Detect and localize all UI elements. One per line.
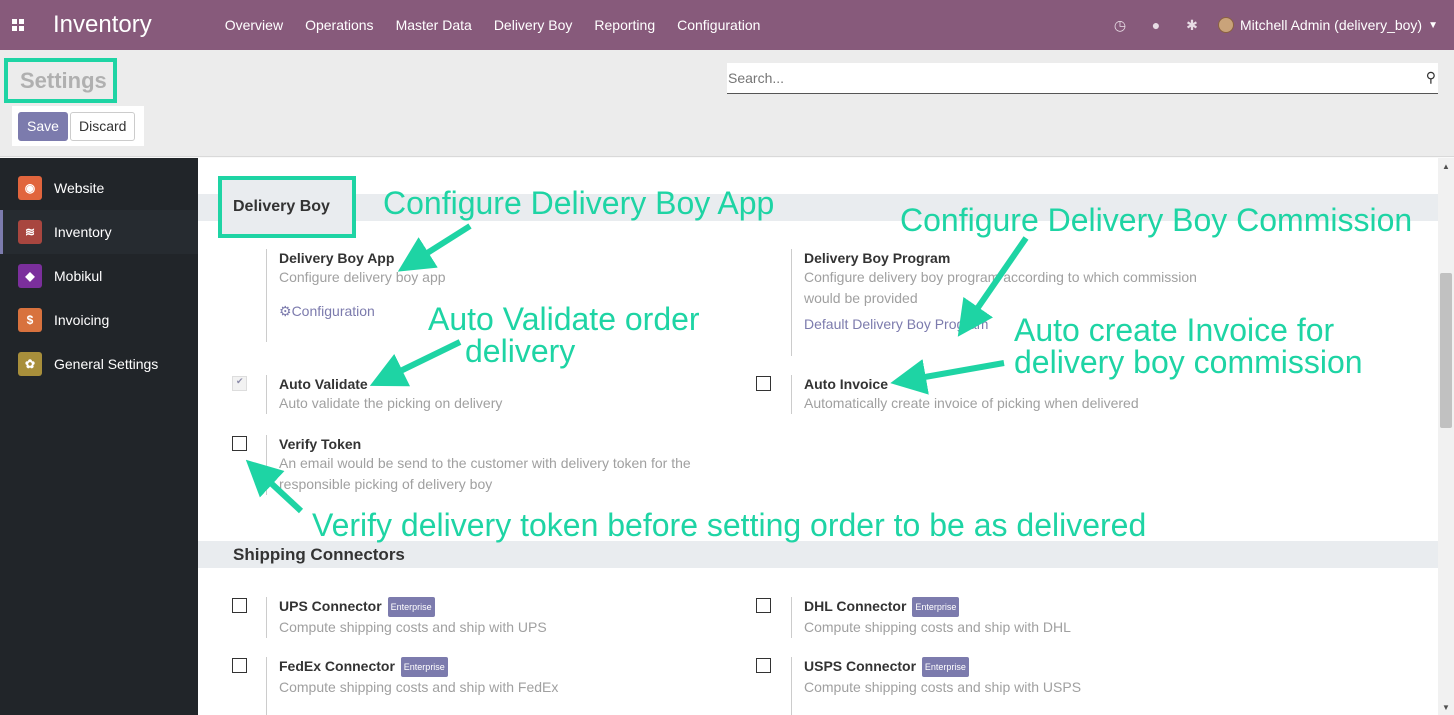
annotation-validate-2: delivery [465,333,576,369]
section-title-delivery-boy: Delivery Boy [218,176,356,238]
annotation-invoice-1: Auto create Invoice for [1014,312,1335,348]
setting-title: Verify Token [279,436,362,452]
sidebar-item-general-settings[interactable]: ✿ General Settings [0,342,198,386]
top-navbar: Inventory Overview Operations Master Dat… [0,0,1454,50]
setting-auto-validate: Auto Validate Auto validate the picking … [266,375,686,414]
setting-fedex-connector: FedEx Connector Enterprise Compute shipp… [266,657,686,715]
enterprise-badge: Enterprise [400,657,448,678]
menu-operations[interactable]: Operations [294,0,384,50]
setting-description: An email would be send to the customer w… [279,455,691,492]
setting-auto-invoice: Auto Invoice Automatically create invoic… [791,375,1221,414]
setting-description: Compute shipping costs and ship with USP… [804,679,1082,696]
scroll-up-icon[interactable]: ▲ [1442,162,1450,171]
sidebar-item-website[interactable]: ◉ Website [0,166,198,210]
main-menu: Overview Operations Master Data Delivery… [214,0,772,50]
invoicing-app-icon: $ [18,308,42,332]
control-panel: Settings Save Discard ⚲ [0,50,1454,157]
clock-icon[interactable]: ◷ [1102,17,1138,34]
scroll-down-icon[interactable]: ▼ [1442,703,1450,712]
bug-icon[interactable]: ✱ [1174,17,1210,34]
verify-token-checkbox[interactable] [232,436,247,451]
sidebar-item-label: Website [54,180,105,196]
setting-description: Auto validate the picking on delivery [279,395,503,411]
dhl-connector-checkbox[interactable] [756,598,771,613]
connector-name: UPS Connector [279,598,382,614]
menu-reporting[interactable]: Reporting [583,0,666,50]
configuration-link-label: Configuration [291,303,375,319]
sidebar-item-invoicing[interactable]: $ Invoicing [0,298,198,342]
setting-usps-connector: USPS Connector Enterprise Compute shippi… [791,657,1221,715]
menu-delivery-boy[interactable]: Delivery Boy [483,0,584,50]
mobikul-app-icon: ◆ [18,264,42,288]
setting-title: USPS Connector Enterprise [804,657,1221,678]
content-scrollbar[interactable]: ▲ ▼ [1438,158,1454,715]
setting-dhl-connector: DHL Connector Enterprise Compute shippin… [791,597,1221,639]
setting-title: FedEx Connector Enterprise [279,657,686,678]
annotation-validate-1: Auto Validate order [428,301,700,337]
setting-title: UPS Connector Enterprise [279,597,686,618]
user-name: Mitchell Admin (delivery_boy) [1240,17,1423,33]
annotation-app: Configure Delivery Boy App [383,185,775,221]
settings-sidebar: ◉ Website ≋ Inventory ◆ Mobikul $ Invoic… [0,158,198,715]
enterprise-badge: Enterprise [387,597,435,618]
app-brand[interactable]: Inventory [53,11,152,39]
systray: ◷ ● ✱ Mitchell Admin (delivery_boy) ▼ [1102,0,1454,50]
menu-master-data[interactable]: Master Data [385,0,483,50]
gear-icon: ✿ [18,352,42,376]
website-app-icon: ◉ [18,176,42,200]
annotation-token: Verify delivery token before setting ord… [312,507,1147,543]
setting-title: Delivery Boy App [279,250,395,266]
form-buttons: Save Discard [12,106,144,146]
sidebar-item-label: Invoicing [54,312,110,328]
menu-overview[interactable]: Overview [214,0,294,50]
connector-name: FedEx Connector [279,658,395,674]
auto-validate-checkbox[interactable] [232,376,247,391]
sidebar-item-label: General Settings [54,356,159,372]
enterprise-badge: Enterprise [921,657,969,678]
usps-connector-checkbox[interactable] [756,658,771,673]
setting-title: Auto Validate [279,376,368,392]
apps-menu-icon[interactable] [0,0,36,50]
scrollbar-thumb[interactable] [1440,273,1452,428]
sidebar-item-label: Inventory [54,224,112,240]
save-button[interactable]: Save [18,112,68,141]
discard-button[interactable]: Discard [70,112,136,141]
setting-description: Compute shipping costs and ship with UPS [279,619,547,636]
setting-description: Configure delivery boy app [279,269,446,285]
connector-name: USPS Connector [804,658,917,674]
gears-icon: ⚙ [279,303,292,319]
search-icon[interactable]: ⚲ [1426,69,1436,86]
menu-configuration[interactable]: Configuration [666,0,771,50]
section-title-shipping-connectors: Shipping Connectors [198,541,1438,568]
setting-title: Delivery Boy Program [804,250,951,266]
connector-name: DHL Connector [804,598,907,614]
sidebar-item-mobikul[interactable]: ◆ Mobikul [0,254,198,298]
search-bar: ⚲ [727,63,1438,94]
inventory-app-icon: ≋ [18,220,42,244]
setting-description: Compute shipping costs and ship with DHL [804,619,1071,636]
setting-verify-token: Verify Token An email would be send to t… [266,435,706,495]
annotation-commission: Configure Delivery Boy Commission [900,202,1413,238]
avatar [1218,17,1235,33]
setting-description: Automatically create invoice of picking … [804,395,1139,411]
fedex-connector-checkbox[interactable] [232,658,247,673]
settings-content: Delivery Boy Delivery Boy App Configure … [198,158,1438,715]
chat-icon[interactable]: ● [1138,17,1174,33]
annotation-invoice-2: delivery boy commission [1014,344,1363,380]
sidebar-item-inventory[interactable]: ≋ Inventory [0,210,198,254]
auto-invoice-checkbox[interactable] [756,376,771,391]
sidebar-item-label: Mobikul [54,268,103,284]
setting-title: DHL Connector Enterprise [804,597,1221,618]
ups-connector-checkbox[interactable] [232,598,247,613]
setting-ups-connector: UPS Connector Enterprise Compute shippin… [266,597,686,639]
user-menu[interactable]: Mitchell Admin (delivery_boy) ▼ [1210,17,1454,33]
caret-down-icon: ▼ [1428,19,1438,31]
search-input[interactable] [727,63,1407,92]
setting-description: Compute shipping costs and ship with Fed… [279,679,559,696]
enterprise-badge: Enterprise [912,597,960,618]
setting-description: Configure delivery boy program according… [804,269,1197,306]
page-title: Settings [4,58,117,103]
